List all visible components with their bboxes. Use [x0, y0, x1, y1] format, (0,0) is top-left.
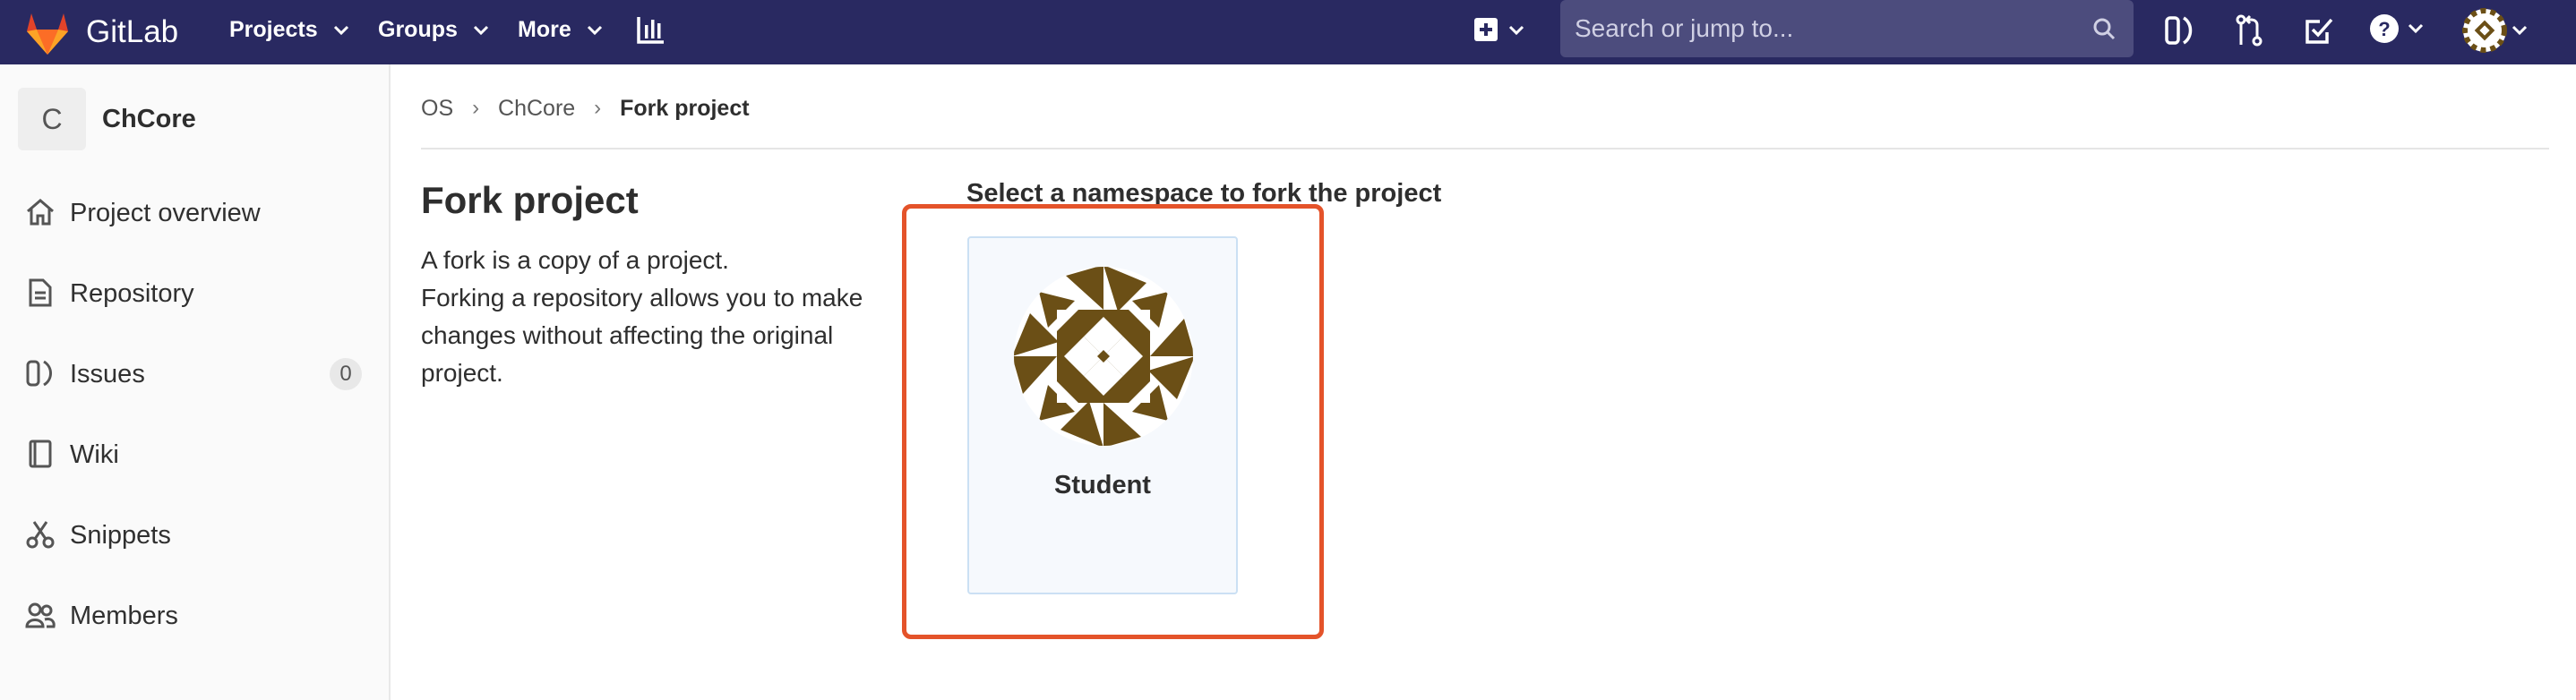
chevron-down-icon — [587, 26, 602, 36]
breadcrumb-item-chcore[interactable]: ChCore — [498, 90, 575, 126]
todo-check-icon[interactable] — [2304, 14, 2334, 47]
more-label: More — [518, 17, 571, 42]
activity-chart-icon[interactable] — [636, 14, 666, 45]
sidebar-item-repository[interactable]: Repository — [0, 265, 389, 322]
sidebar-item-label: Snippets — [70, 521, 171, 550]
sidebar-item-project-overview[interactable]: Project overview — [0, 184, 389, 242]
book-icon — [29, 440, 52, 468]
home-icon — [27, 199, 54, 226]
sidebar-item-label: Wiki — [70, 440, 119, 469]
document-icon — [29, 278, 52, 307]
search-placeholder: Search or jump to... — [1575, 14, 1794, 42]
issues-count-badge: 0 — [330, 358, 362, 390]
sidebar-item-snippets[interactable]: Snippets — [0, 507, 389, 564]
chevron-right-icon: › — [594, 96, 602, 121]
project-name[interactable]: ChCore — [102, 88, 196, 150]
description-line-1: A fork is a copy of a project. — [421, 246, 729, 274]
sidebar-item-members[interactable]: Members — [0, 587, 389, 645]
users-icon — [25, 602, 56, 628]
breadcrumb-item-current[interactable]: Fork project — [620, 90, 749, 126]
chevron-down-icon — [333, 26, 348, 36]
more-dropdown[interactable]: More — [518, 0, 603, 64]
projects-label: Projects — [229, 17, 318, 42]
projects-dropdown[interactable]: Projects — [229, 0, 349, 64]
project-sidebar: C ChCore Project overview Repository Iss… — [0, 64, 391, 700]
gitlab-logo[interactable] — [21, 6, 73, 58]
search-input[interactable]: Search or jump to... — [1560, 0, 2134, 57]
new-item-dropdown[interactable] — [1473, 14, 1528, 48]
breadcrumb-item-os[interactable]: OS — [421, 90, 453, 126]
sidebar-item-wiki[interactable]: Wiki — [0, 426, 389, 483]
chevron-down-icon — [473, 26, 488, 36]
description-line-2: Forking a repository allows you to make … — [421, 284, 863, 387]
scissors-icon — [26, 521, 55, 549]
page-title: Fork project — [421, 179, 639, 221]
merge-request-icon[interactable] — [2234, 14, 2264, 47]
fork-description: A fork is a copy of a project. Forking a… — [421, 242, 887, 392]
groups-dropdown[interactable]: Groups — [378, 0, 489, 64]
chevron-right-icon: › — [472, 96, 480, 121]
help-dropdown[interactable]: ? — [2368, 13, 2431, 48]
sidebar-item-issues[interactable]: Issues 0 — [0, 346, 389, 403]
groups-label: Groups — [378, 17, 458, 42]
top-navbar: GitLab Projects Groups More Search or ju… — [0, 0, 2576, 64]
svg-text:?: ? — [2378, 18, 2390, 40]
user-avatar-dropdown[interactable] — [2460, 5, 2531, 55]
brand-name[interactable]: GitLab — [86, 0, 178, 64]
issues-icon — [26, 360, 52, 387]
sidebar-item-label: Repository — [70, 279, 194, 308]
sidebar-item-label: Project overview — [70, 199, 261, 227]
search-icon — [2093, 18, 2116, 40]
project-avatar[interactable]: C — [18, 88, 86, 150]
namespace-selection-highlight — [902, 204, 1324, 639]
issues-icon[interactable] — [2164, 14, 2194, 47]
sidebar-item-label: Issues — [70, 360, 145, 388]
breadcrumb-divider — [421, 148, 2549, 149]
breadcrumb: OS › ChCore › Fork project — [421, 90, 750, 125]
sidebar-item-label: Members — [70, 602, 178, 630]
